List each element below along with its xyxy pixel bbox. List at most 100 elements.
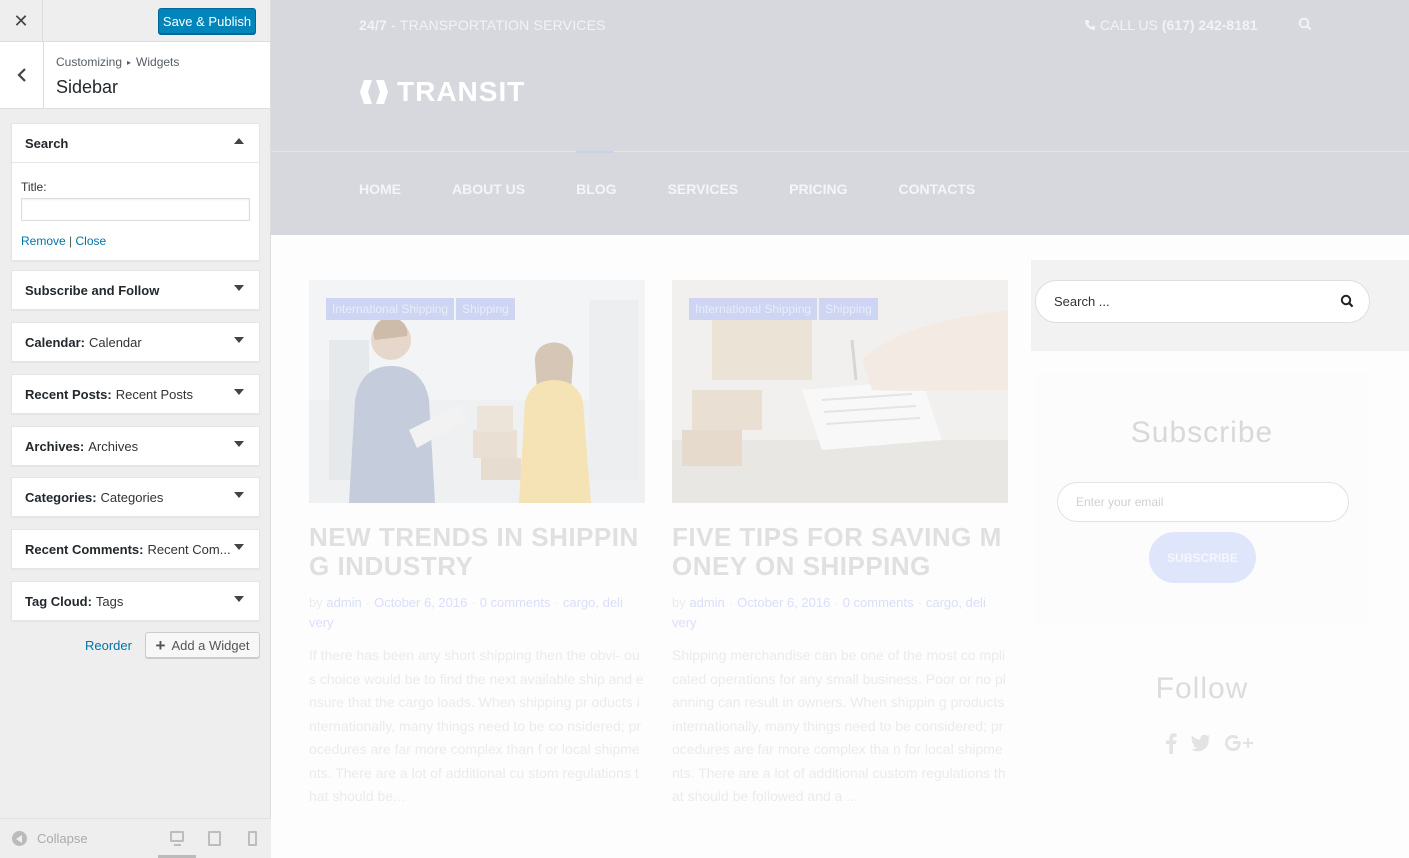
arrow-down-icon[interactable] [234, 440, 244, 448]
reorder-link[interactable]: Reorder [85, 638, 132, 653]
link-separator: | [69, 234, 73, 248]
post-meta: by admin · October 6, 2016 · 0 comments · carg… [309, 595, 623, 630]
main-nav: HOME ABOUT US BLOG SERVICES PRICING CONT… [359, 181, 1026, 197]
site-logo[interactable]: TRANSIT [359, 76, 525, 108]
post-card: International Shipping Shipping FIVE TIP… [672, 280, 1008, 809]
close-link[interactable]: Close [76, 234, 107, 248]
back-button[interactable] [0, 42, 44, 108]
widget-body: Title: Remove | Close [12, 162, 259, 260]
phone-icon [1085, 20, 1095, 30]
remove-link[interactable]: Remove [21, 234, 66, 248]
widget-tag-cloud[interactable]: Tag Cloud: Tags [11, 581, 260, 621]
title-input[interactable] [21, 198, 250, 221]
widget-header[interactable]: Search [12, 124, 259, 162]
site-header: 24/7 - TRANSPORTATION SERVICES CALL US (… [271, 0, 1409, 235]
widget-subtitle: Tags [95, 593, 124, 609]
phone[interactable]: CALL US (617) 242-8181 [1084, 17, 1258, 33]
arrow-down-icon[interactable] [234, 543, 244, 551]
search-placeholder: Search ... [1054, 294, 1110, 309]
tag-international-shipping[interactable]: International Shipping [326, 298, 455, 320]
subscribe-widget: Subscribe Enter your email SUBSCRIBE [1035, 372, 1369, 624]
collapse-icon [12, 831, 27, 846]
meta-by: by [309, 595, 323, 610]
widget-header[interactable]: Tag Cloud: Tags [12, 582, 259, 620]
meta-comments[interactable]: 0 comments [843, 595, 914, 610]
widget-header[interactable]: Recent Posts: Recent Posts [12, 375, 259, 413]
google-plus-icon[interactable] [1223, 733, 1255, 753]
widget-calendar[interactable]: Calendar: Calendar [11, 322, 260, 362]
post-meta: by admin · October 6, 2016 · 0 comments · carg… [672, 595, 986, 630]
logo-icon [360, 80, 388, 104]
post-tags: International Shipping Shipping [326, 298, 515, 320]
arrow-down-icon[interactable] [234, 388, 244, 396]
email-input[interactable]: Enter your email [1057, 482, 1349, 522]
post-image[interactable]: International Shipping Shipping [309, 280, 645, 503]
widget-header[interactable]: Recent Comments: Recent Com... [12, 530, 259, 568]
widget-name: Recent Comments: [25, 541, 144, 557]
widget-recent-comments[interactable]: Recent Comments: Recent Com... [11, 529, 260, 569]
widget-archives[interactable]: Archives: Archives [11, 426, 260, 466]
follow-title: Follow [1155, 672, 1249, 705]
arrow-down-icon[interactable] [234, 595, 244, 603]
collapse-button[interactable]: Collapse [12, 831, 88, 846]
arrow-up-icon[interactable] [234, 137, 244, 145]
twitter-icon[interactable] [1189, 734, 1211, 752]
post-title[interactable]: FIVE TIPS FOR SAVING M ONEY ON SHIPPING [672, 523, 1008, 581]
post-title[interactable]: NEW TRENDS IN SHIPPIN G INDUSTRY [309, 523, 645, 581]
nav-services[interactable]: SERVICES [668, 181, 739, 197]
tag-international-shipping[interactable]: International Shipping [689, 298, 818, 320]
nav-contacts[interactable]: CONTACTS [898, 181, 975, 197]
mobile-preview-icon[interactable] [248, 831, 257, 846]
widget-header[interactable]: Categories: Categories [12, 478, 259, 516]
widget-name: Recent Posts: [25, 386, 112, 402]
search-icon[interactable] [1340, 294, 1354, 308]
nav-about-us[interactable]: ABOUT US [452, 181, 525, 197]
widget-header[interactable]: Calendar: Calendar [12, 323, 259, 361]
widget-subtitle: Recent Com... [147, 541, 231, 557]
collapse-label: Collapse [37, 831, 88, 846]
customizer-footer: Collapse [0, 818, 271, 858]
widget-recent-posts[interactable]: Recent Posts: Recent Posts [11, 374, 260, 414]
nav-blog[interactable]: BLOG [576, 181, 616, 197]
widget-header[interactable]: Subscribe and Follow [12, 271, 259, 309]
nav-home[interactable]: HOME [359, 181, 401, 197]
breadcrumb: Customizing ▸ Widgets [56, 55, 179, 69]
tagline-text: - TRANSPORTATION SERVICES [387, 17, 606, 33]
customizer-header-actions: ✕ Save & Publish [0, 0, 270, 42]
close-customizer-button[interactable]: ✕ [0, 0, 43, 42]
post-excerpt: Shipping merchandise can be one of the m… [672, 647, 1006, 804]
sidebar-search-input[interactable]: Search ... [1035, 280, 1370, 323]
widget-actions: Remove | Close [21, 234, 250, 248]
widget-search: Search Title: Remove | Close [11, 123, 260, 261]
tag-shipping[interactable]: Shipping [819, 298, 878, 320]
arrow-down-icon[interactable] [234, 336, 244, 344]
meta-author[interactable]: admin [326, 595, 361, 610]
breadcrumb-customizing: Customizing [56, 55, 123, 69]
meta-comments[interactable]: 0 comments [480, 595, 551, 610]
meta-author[interactable]: admin [689, 595, 724, 610]
meta-date[interactable]: October 6, 2016 [737, 595, 830, 610]
widget-subtitle: Recent Posts [115, 386, 194, 402]
tag-shipping[interactable]: Shipping [456, 298, 515, 320]
widget-name: Subscribe and Follow [25, 282, 160, 298]
add-widget-button[interactable]: + Add a Widget [145, 632, 260, 658]
arrow-down-icon[interactable] [234, 491, 244, 499]
subscribe-button[interactable]: SUBSCRIBE [1149, 532, 1256, 583]
widget-subtitle: Archives [88, 438, 139, 454]
save-publish-button[interactable]: Save & Publish [158, 8, 256, 34]
search-icon[interactable] [1298, 17, 1312, 31]
post-image[interactable]: International Shipping Shipping [672, 280, 1008, 503]
follow-widget: Follow [1035, 632, 1369, 782]
widget-subscribe-follow[interactable]: Subscribe and Follow [11, 270, 260, 310]
meta-date[interactable]: October 6, 2016 [374, 595, 467, 610]
widget-subtitle: Categories [100, 489, 164, 505]
arrow-down-icon[interactable] [234, 284, 244, 292]
desktop-preview-icon[interactable] [170, 831, 184, 846]
breadcrumb-widgets: Widgets [136, 55, 180, 69]
widget-subtitle: Calendar [88, 334, 142, 350]
tablet-preview-icon[interactable] [208, 831, 221, 846]
nav-pricing[interactable]: PRICING [789, 181, 847, 197]
widget-categories[interactable]: Categories: Categories [11, 477, 260, 517]
widget-header[interactable]: Archives: Archives [12, 427, 259, 465]
facebook-icon[interactable] [1165, 732, 1177, 754]
